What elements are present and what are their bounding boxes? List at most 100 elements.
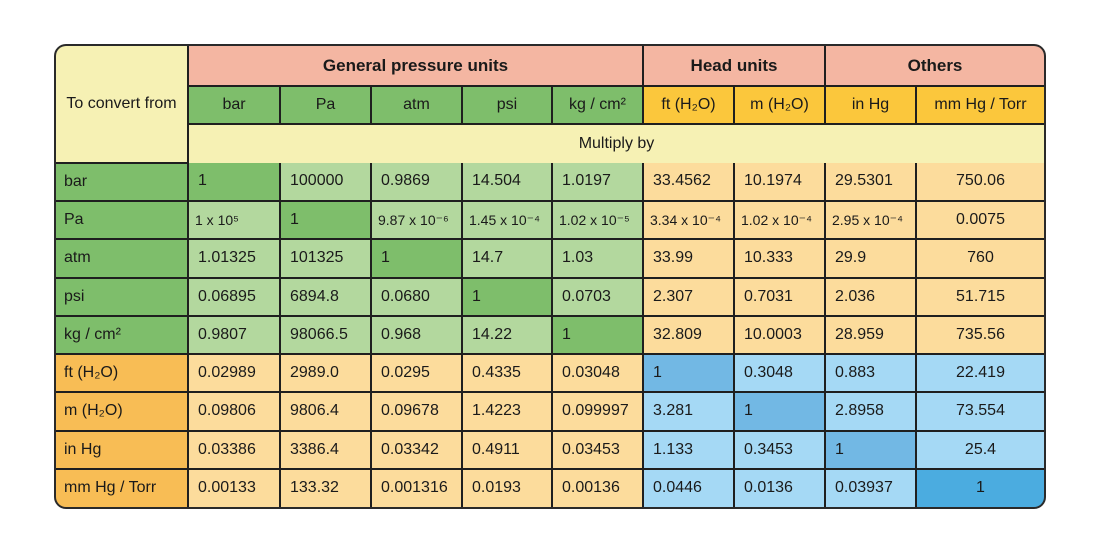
table-cell: 0.099997	[551, 391, 644, 432]
table-cell: 0.06895	[187, 276, 281, 317]
unit-header-in-hg: in Hg	[824, 85, 917, 126]
unit-header-mm-hg-torr: mm Hg / Torr	[915, 85, 1044, 126]
unit-header-pa: Pa	[279, 85, 372, 126]
table-cell: 0.3453	[733, 429, 826, 470]
table-cell: 0.03342	[370, 429, 463, 470]
table-cell: 0.03048	[551, 352, 644, 394]
table-cell: 33.99	[642, 238, 735, 279]
table-cell: 3.281	[642, 391, 735, 432]
table-cell: 1.02 x 10⁻⁵	[551, 199, 644, 241]
table-cell: 0.0193	[461, 467, 553, 507]
table-cell: 9.87 x 10⁻⁶	[370, 199, 463, 241]
table-cell: 1	[642, 352, 735, 394]
table-cell: 0.03453	[551, 429, 644, 470]
table-cell: 14.7	[461, 238, 553, 279]
table-cell: 1.03	[551, 238, 644, 279]
table-cell: 760	[915, 238, 1044, 279]
table-row: in Hg 0.03386 3386.4 0.03342 0.4911 0.03453 1.…	[56, 429, 1044, 470]
table-cell: 2.036	[824, 276, 917, 317]
table-cell: 9806.4	[279, 391, 372, 432]
table-cell: 1	[551, 314, 644, 356]
table-cell: 1	[279, 199, 372, 241]
table-cell: 0.9869	[370, 162, 463, 203]
table-cell: 3.34 x 10⁻⁴	[642, 199, 735, 241]
table-cell: 0.03386	[187, 429, 281, 470]
pressure-conversion-table: To convert from General pressure units H…	[54, 44, 1046, 509]
table-cell: 3386.4	[279, 429, 372, 470]
table-cell: 0.0136	[733, 467, 826, 507]
table-row: kg / cm² 0.9807 98066.5 0.968 14.22 1 32.809 10…	[56, 314, 1044, 356]
row-label: bar	[56, 162, 189, 203]
table-cell: 1.02 x 10⁻⁴	[733, 199, 826, 241]
table-cell: 1	[733, 391, 826, 432]
table-cell: 33.4562	[642, 162, 735, 203]
table-cell: 1	[187, 162, 281, 203]
table-cell: 1.133	[642, 429, 735, 470]
table-cell: 73.554	[915, 391, 1044, 432]
unit-header-m-h2o: m (H₂O)	[733, 85, 826, 126]
table-cell: 25.4	[915, 429, 1044, 470]
table-cell: 735.56	[915, 314, 1044, 356]
row-label: psi	[56, 276, 189, 317]
table-cell: 0.0295	[370, 352, 463, 394]
table-cell: 750.06	[915, 162, 1044, 203]
table-cell: 1.4223	[461, 391, 553, 432]
table-cell: 1	[461, 276, 553, 317]
unit-header-kgcm2: kg / cm²	[551, 85, 644, 126]
unit-header-ft-h2o: ft (H₂O)	[642, 85, 735, 126]
table-row: ft (H₂O) 0.02989 2989.0 0.0295 0.4335 0.03048…	[56, 352, 1044, 394]
table-cell: 0.7031	[733, 276, 826, 317]
row-label: kg / cm²	[56, 314, 189, 356]
unit-header-bar: bar	[188, 85, 281, 126]
table-row: psi 0.06895 6894.8 0.0680 1 0.0703 2.307 0.7031…	[56, 276, 1044, 317]
multiply-by-label: Multiply by	[188, 123, 1044, 163]
table-cell: 1 x 10⁵	[187, 199, 281, 241]
table-cell: 0.883	[824, 352, 917, 394]
table-cell: 10.0003	[733, 314, 826, 356]
group-general-pressure-units: General pressure units	[187, 46, 644, 88]
row-label: ft (H₂O)	[56, 352, 189, 394]
row-label: Pa	[56, 199, 189, 241]
table-cell: 10.333	[733, 238, 826, 279]
table-cell: 0.4911	[461, 429, 553, 470]
table-cell: 14.22	[461, 314, 553, 356]
table-cell: 0.09806	[187, 391, 281, 432]
table-cell: 0.0446	[642, 467, 735, 507]
table-cell: 0.00136	[551, 467, 644, 507]
table-cell: 22.419	[915, 352, 1044, 394]
row-label: m (H₂O)	[56, 391, 189, 432]
table-cell: 0.0075	[915, 199, 1044, 241]
table-cell: 2.95 x 10⁻⁴	[824, 199, 917, 241]
table-row: mm Hg / Torr 0.00133 133.32 0.001316 0.0193 0…	[56, 467, 1044, 507]
table-row: m (H₂O) 0.09806 9806.4 0.09678 1.4223 0.09999…	[56, 391, 1044, 432]
table-cell: 51.715	[915, 276, 1044, 317]
table-cell: 0.3048	[733, 352, 826, 394]
table-cell: 0.00133	[187, 467, 281, 507]
group-others: Others	[824, 46, 1044, 88]
table-row: atm 1.01325 101325 1 14.7 1.03 33.99 10.333 29.9…	[56, 238, 1044, 279]
table-cell: 6894.8	[279, 276, 372, 317]
table-cell: 28.959	[824, 314, 917, 356]
table-cell: 100000	[279, 162, 372, 203]
table-cell: 98066.5	[279, 314, 372, 356]
unit-header-atm: atm	[370, 85, 463, 126]
table-cell: 2989.0	[279, 352, 372, 394]
table-cell: 1.0197	[551, 162, 644, 203]
table-cell: 0.9807	[187, 314, 281, 356]
table-cell: 0.09678	[370, 391, 463, 432]
table-cell: 1	[824, 429, 917, 470]
table-row: bar 1 100000 0.9869 14.504 1.0197 33.4562 10.19…	[56, 162, 1044, 203]
table-cell: 29.9	[824, 238, 917, 279]
table-cell: 0.03937	[824, 467, 917, 507]
table-cell: 0.4335	[461, 352, 553, 394]
table-cell: 0.0680	[370, 276, 463, 317]
table-cell: 14.504	[461, 162, 553, 203]
table-cell: 1	[915, 467, 1044, 507]
row-label: atm	[56, 238, 189, 279]
unit-header-psi: psi	[461, 85, 553, 126]
table-row: Pa 1 x 10⁵ 1 9.87 x 10⁻⁶ 1.45 x 10⁻⁴ 1.02 x 1…	[56, 199, 1044, 241]
table-cell: 0.001316	[370, 467, 463, 507]
table-cell: 1	[370, 238, 463, 279]
table-cell: 0.02989	[187, 352, 281, 394]
table-cell: 101325	[279, 238, 372, 279]
